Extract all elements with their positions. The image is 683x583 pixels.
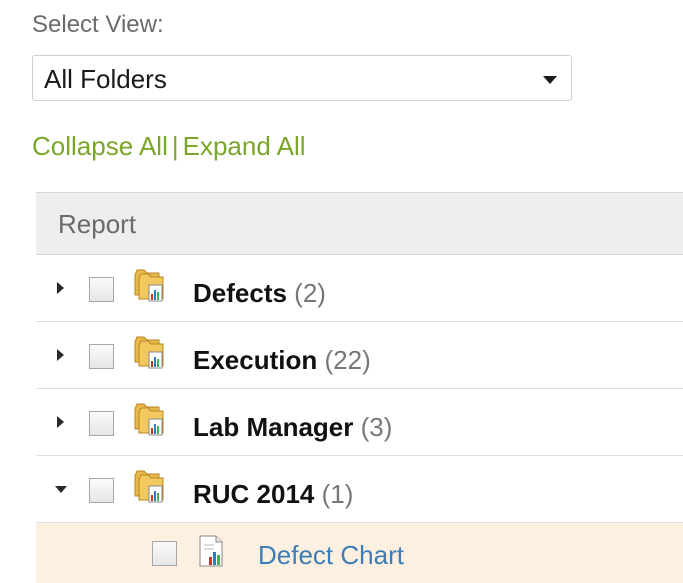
expand-arrow-icon[interactable] [57,416,64,428]
folder-name[interactable]: Defects (2) [193,278,326,309]
select-view-label: Select View: [32,11,164,38]
expand-arrow-icon[interactable] [57,349,64,361]
tree-row-defects[interactable]: Defects (2) [36,255,683,322]
expand-all-link[interactable]: Expand All [183,131,306,161]
tree-controls-separator: | [171,131,179,161]
tree-header-report: Report [36,193,683,255]
report-folder-icon [134,269,164,302]
row-checkbox[interactable] [89,478,114,503]
tree-row-lab-manager[interactable]: Lab Manager (3) [36,389,683,456]
tree-controls: Collapse All | Expand All [32,131,306,162]
row-checkbox[interactable] [89,277,114,302]
collapse-all-link[interactable]: Collapse All [32,131,168,161]
reports-panel: Select View: All Folders Collapse All | Ex… [0,0,683,583]
folder-name[interactable]: Execution (22) [193,345,371,376]
row-checkbox[interactable] [89,344,114,369]
view-select-dropdown[interactable]: All Folders [32,55,572,101]
report-link-defect-chart[interactable]: Defect Chart [258,540,404,571]
folder-name[interactable]: RUC 2014 (1) [193,479,353,510]
view-select-value: All Folders [44,64,167,94]
report-tree: Report Defects (2) Execution (22) Lab Ma… [36,192,683,583]
row-checkbox[interactable] [89,411,114,436]
report-folder-icon [134,336,164,369]
collapse-arrow-icon[interactable] [55,486,67,493]
tree-row-ruc-2014[interactable]: RUC 2014 (1) [36,456,683,523]
report-folder-icon [134,470,164,503]
report-chart-icon [199,535,223,567]
row-checkbox[interactable] [152,541,177,566]
report-folder-icon [134,403,164,436]
chevron-down-icon [543,76,557,84]
tree-row-execution[interactable]: Execution (22) [36,322,683,389]
expand-arrow-icon[interactable] [57,282,64,294]
tree-row-defect-chart[interactable]: Defect Chart [36,523,683,583]
folder-name[interactable]: Lab Manager (3) [193,412,392,443]
